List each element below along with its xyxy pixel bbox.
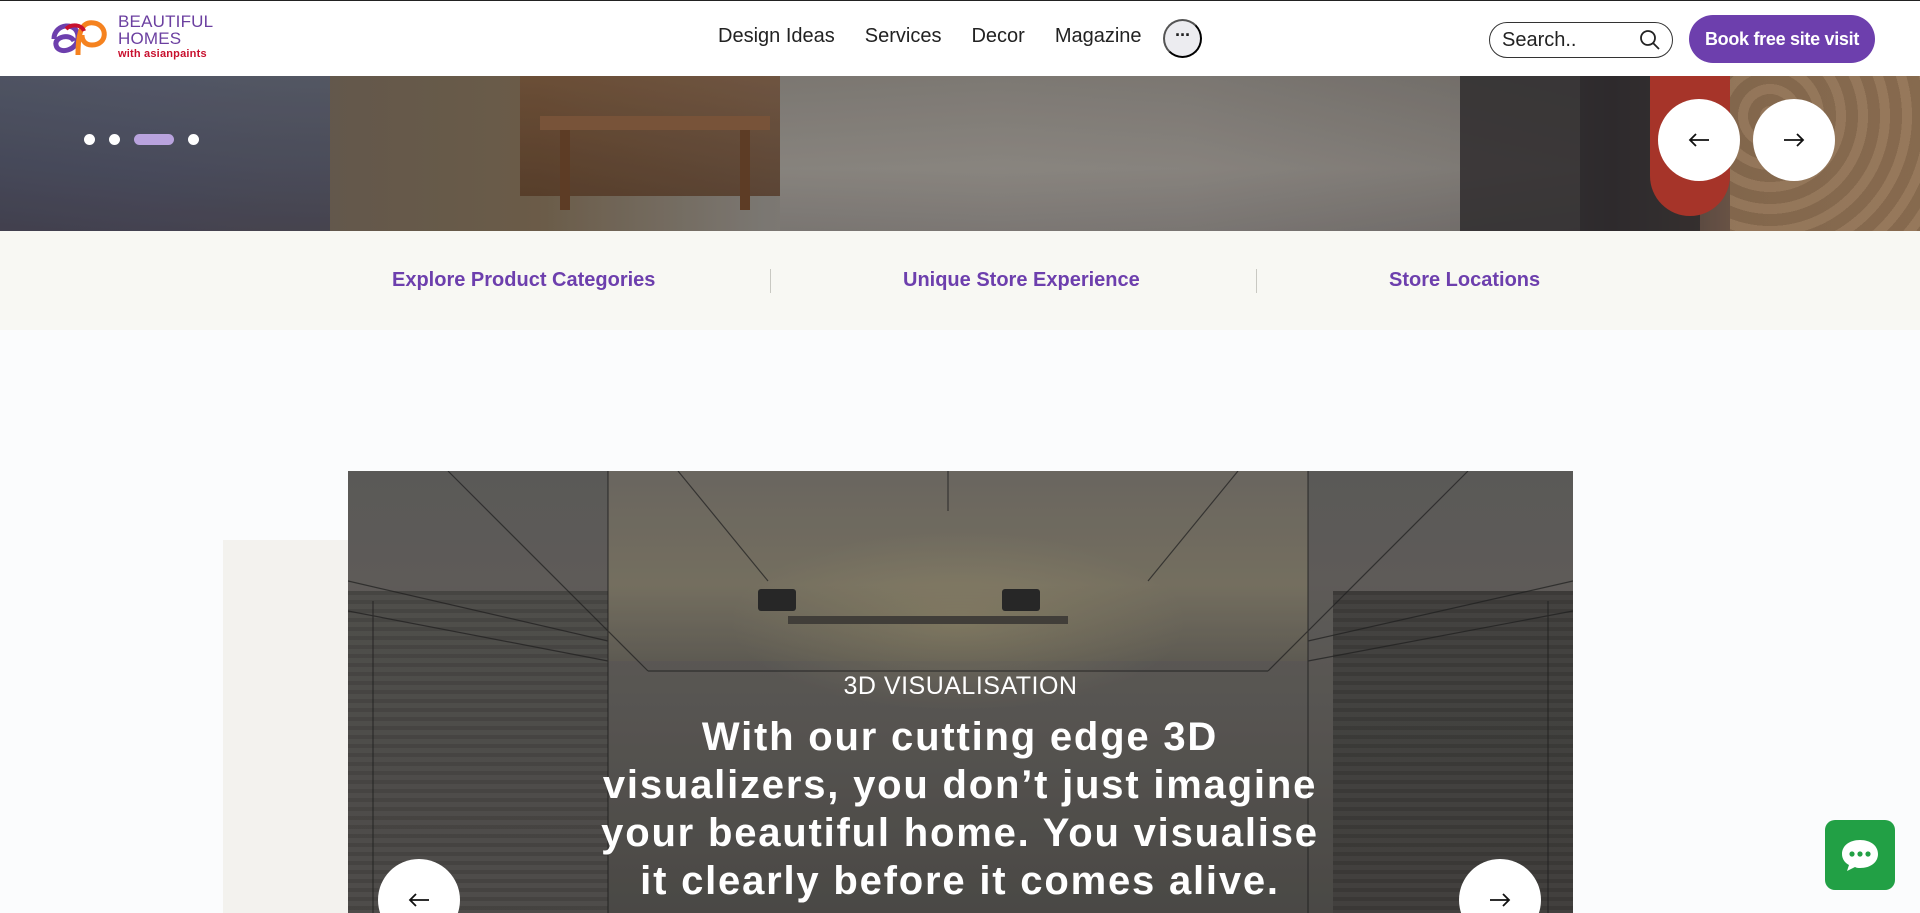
quick-links-bar: Explore Product Categories Unique Store … xyxy=(0,231,1920,330)
carousel-dot-4[interactable] xyxy=(188,134,199,145)
hero-overlay xyxy=(0,76,1920,231)
chat-button[interactable] xyxy=(1825,820,1895,890)
quick-link-store-locations[interactable]: Store Locations xyxy=(1389,269,1540,292)
chat-bubble-icon xyxy=(1842,840,1878,871)
hero-prev-button[interactable] xyxy=(1658,99,1740,181)
carousel-dots xyxy=(84,134,199,145)
arrow-left-icon xyxy=(1688,133,1709,147)
nav-more-button[interactable]: ··· xyxy=(1163,19,1202,58)
card-heading: With our cutting edge 3D visualizers, yo… xyxy=(601,715,1319,903)
search-box xyxy=(1489,22,1673,58)
quick-link-product-categories[interactable]: Explore Product Categories xyxy=(392,269,655,292)
main-nav: Design Ideas Services Decor Magazine xyxy=(718,25,1142,48)
carousel-dot-1[interactable] xyxy=(84,134,95,145)
decorative-background-panel xyxy=(223,540,353,913)
ellipsis-icon: ··· xyxy=(1175,25,1191,45)
nav-item-design-ideas[interactable]: Design Ideas xyxy=(718,25,835,48)
carousel-dot-3-active[interactable] xyxy=(134,134,174,145)
nav-item-magazine[interactable]: Magazine xyxy=(1055,25,1142,48)
nav-item-services[interactable]: Services xyxy=(865,25,942,48)
nav-item-decor[interactable]: Decor xyxy=(971,25,1024,48)
brand-wordmark: BEAUTIFUL HOMES with asianpaints xyxy=(118,13,213,61)
carousel-dot-2[interactable] xyxy=(109,134,120,145)
card-eyebrow: 3D VISUALISATION xyxy=(843,672,1078,700)
book-site-visit-button[interactable]: Book free site visit xyxy=(1689,15,1875,63)
divider xyxy=(770,269,771,293)
arrow-right-icon xyxy=(1784,133,1805,147)
hero-next-button[interactable] xyxy=(1753,99,1835,181)
quick-link-store-experience[interactable]: Unique Store Experience xyxy=(903,269,1140,292)
hero-carousel xyxy=(0,76,1920,231)
arrow-left-icon xyxy=(408,893,429,907)
site-header: BEAUTIFUL HOMES with asianpaints Design … xyxy=(0,0,1920,76)
search-icon[interactable] xyxy=(1639,29,1661,51)
asianpaints-logo-icon xyxy=(51,20,107,56)
brand-line-3: with asianpaints xyxy=(118,48,207,60)
divider xyxy=(1256,269,1257,293)
brand-line-2: HOMES xyxy=(118,29,182,48)
search-input[interactable] xyxy=(1502,28,1637,52)
brand-logo[interactable]: BEAUTIFUL HOMES with asianpaints xyxy=(48,11,228,65)
arrow-right-icon xyxy=(1490,893,1511,907)
feature-carousel-card: 3D VISUALISATION With our cutting edge 3… xyxy=(348,471,1573,913)
